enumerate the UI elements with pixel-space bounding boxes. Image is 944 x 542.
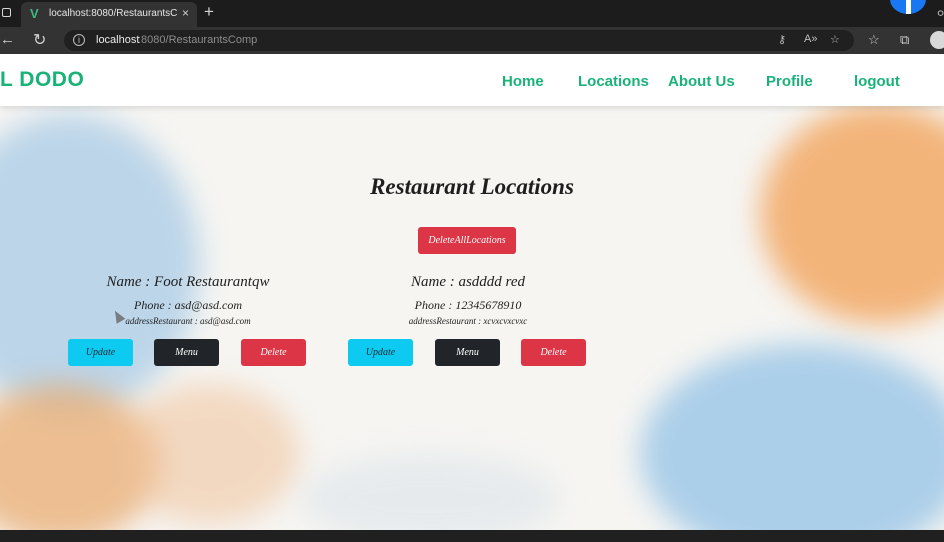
- restaurant-name: Name : asdddd red: [410, 274, 526, 290]
- restaurant-address: addressRestaurant : asd@asd.com: [125, 316, 251, 326]
- favorites-icon[interactable]: ☆: [868, 32, 880, 48]
- nav-locations[interactable]: Locations: [578, 73, 649, 90]
- restaurant-address: addressRestaurant : xcvxcvxcvxc: [408, 316, 528, 326]
- brand-logo[interactable]: L DODO: [0, 68, 84, 92]
- delete-button[interactable]: Delete: [521, 339, 586, 366]
- reload-icon[interactable]: ↻: [33, 30, 46, 50]
- address-bar[interactable]: i localhost :8080/RestaurantsComp ⚷ A» ☆: [64, 30, 854, 51]
- back-icon[interactable]: ←: [0, 31, 15, 48]
- menu-button[interactable]: Menu: [154, 339, 219, 366]
- read-aloud-icon[interactable]: A»: [804, 33, 817, 45]
- taskbar: [0, 530, 944, 542]
- collections-icon[interactable]: ⧉: [900, 32, 909, 48]
- restaurant-card: Name : Foot Restaurantqw Phone : asd@asd…: [48, 274, 328, 330]
- restaurant-card: Name : asdddd red Phone : 12345678910 ad…: [328, 274, 608, 330]
- tab-title: localhost:8080/RestaurantsComp: [49, 8, 177, 19]
- restaurant-phone: Phone : 12345678910: [414, 298, 522, 312]
- restaurant-name: Name : Foot Restaurantqw: [106, 274, 270, 290]
- new-tab-icon[interactable]: +: [204, 2, 214, 22]
- watercolor-peach-left: [120, 384, 300, 524]
- watercolor-orange-right: [760, 104, 944, 324]
- browser-tab-strip: V localhost:8080/RestaurantsComp × + ㅇ: [0, 0, 944, 27]
- url-host: localhost: [96, 34, 140, 46]
- url-path: :8080/RestaurantsComp: [138, 34, 258, 46]
- page-title: Restaurant Locations: [370, 174, 574, 199]
- watercolor-grey-bottom: [300, 454, 560, 530]
- window-menu-icon[interactable]: [2, 8, 11, 17]
- nav-home[interactable]: Home: [502, 73, 544, 90]
- nav-logout[interactable]: logout: [854, 73, 900, 90]
- profile-avatar-icon[interactable]: [930, 31, 944, 49]
- watercolor-blue-right: [640, 344, 944, 530]
- update-button[interactable]: Update: [348, 339, 413, 366]
- browser-toolbar: ← ↻ i localhost :8080/RestaurantsComp ⚷ …: [0, 27, 944, 54]
- navbar: L DODO Home Locations About Us Profile l…: [0, 54, 944, 106]
- delete-button[interactable]: Delete: [241, 339, 306, 366]
- vue-favicon-icon: V: [30, 6, 39, 21]
- nav-profile[interactable]: Profile: [766, 73, 813, 90]
- site-info-icon[interactable]: i: [73, 34, 85, 46]
- watercolor-blue-left: [0, 114, 200, 414]
- window-control-icon[interactable]: ㅇ: [936, 5, 944, 20]
- nav-about-us[interactable]: About Us: [668, 73, 735, 90]
- tab-close-icon[interactable]: ×: [182, 6, 189, 20]
- restaurant-phone: Phone : asd@asd.com: [133, 298, 243, 312]
- menu-button[interactable]: Menu: [435, 339, 500, 366]
- facebook-icon: [890, 0, 926, 14]
- favorite-star-icon[interactable]: ☆: [830, 33, 840, 46]
- key-icon[interactable]: ⚷: [778, 33, 786, 46]
- browser-tab[interactable]: V localhost:8080/RestaurantsComp ×: [21, 2, 197, 27]
- update-button[interactable]: Update: [68, 339, 133, 366]
- delete-all-locations-button[interactable]: DeleteAllLocations: [418, 227, 516, 254]
- app-viewport: L DODO Home Locations About Us Profile l…: [0, 54, 944, 530]
